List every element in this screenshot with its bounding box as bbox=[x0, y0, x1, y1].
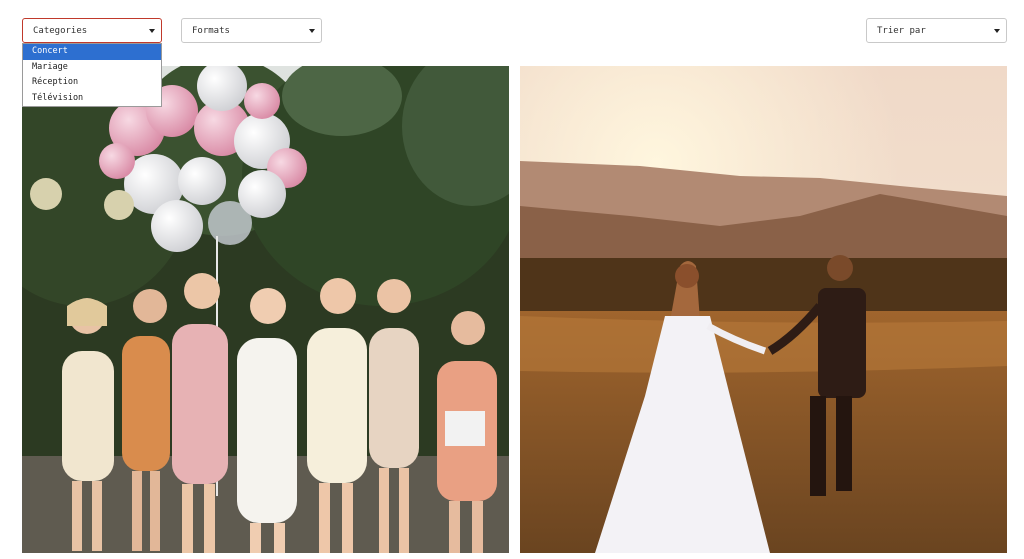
gallery-photo-wedding[interactable] bbox=[520, 66, 1007, 553]
chevron-down-icon bbox=[149, 29, 155, 33]
categories-select[interactable]: Categories bbox=[22, 18, 162, 43]
categories-select-label: Categories bbox=[33, 25, 88, 36]
party-photo-image bbox=[22, 66, 509, 553]
sort-select-label: Trier par bbox=[877, 25, 926, 36]
category-option-concert[interactable]: Concert bbox=[23, 44, 161, 60]
wedding-photo-image bbox=[520, 66, 1007, 553]
categories-dropdown-list: Concert Mariage Réception Télévision bbox=[22, 43, 162, 107]
formats-select-label: Formats bbox=[192, 25, 230, 36]
category-option-television[interactable]: Télévision bbox=[23, 91, 161, 107]
chevron-down-icon bbox=[309, 29, 315, 33]
category-option-mariage[interactable]: Mariage bbox=[23, 60, 161, 76]
category-option-reception[interactable]: Réception bbox=[23, 75, 161, 91]
chevron-down-icon bbox=[994, 29, 1000, 33]
sort-select[interactable]: Trier par bbox=[866, 18, 1007, 43]
gallery-photo-party[interactable] bbox=[22, 66, 509, 553]
formats-select[interactable]: Formats bbox=[181, 18, 322, 43]
